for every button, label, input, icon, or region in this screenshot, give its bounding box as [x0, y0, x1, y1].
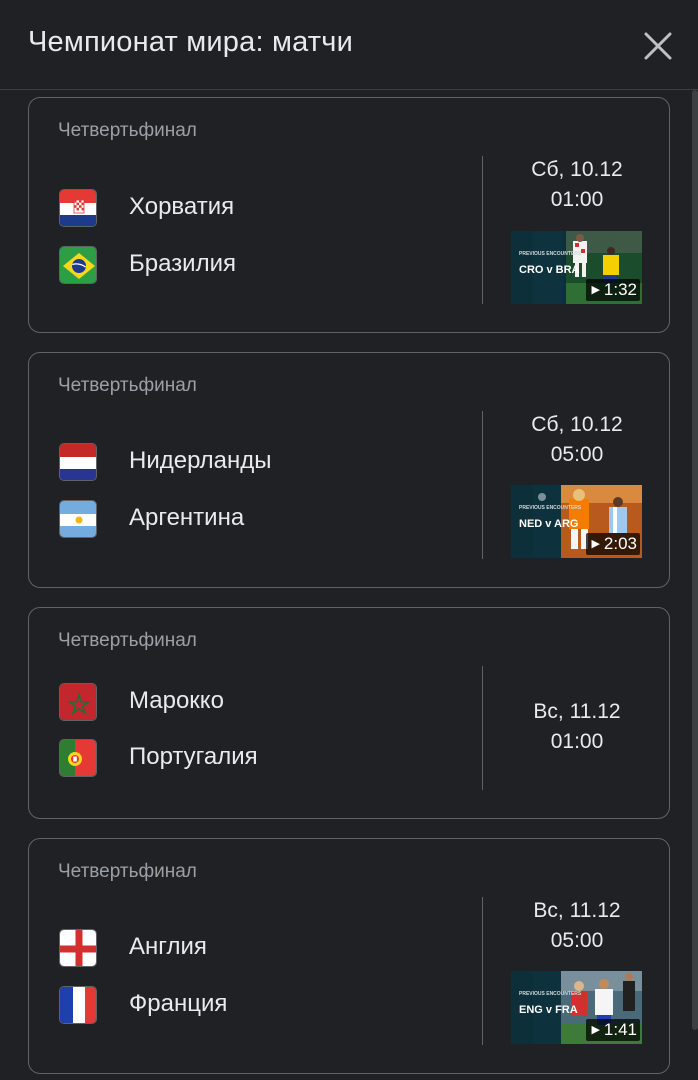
match-stage: Четвертьфинал [58, 861, 197, 882]
video-duration-badge: ▶ 2:03 [586, 533, 640, 555]
video-teams: NED v ARG [519, 518, 579, 530]
match-card[interactable]: Четвертьфинал Марокко Португалия Вс, 11.… [28, 607, 670, 819]
match-card[interactable]: Четвертьфинал Англия Франция Вс, 11.12 0… [28, 838, 670, 1074]
close-icon[interactable] [638, 26, 678, 66]
netherlands-flag-icon [59, 443, 97, 481]
play-icon: ▶ [591, 284, 600, 296]
match-datetime: Сб, 10.12 05:00 [483, 410, 671, 470]
team-row: Бразилия [59, 246, 459, 284]
team-row: Нидерланды [59, 443, 459, 481]
croatia-flag-icon [59, 189, 97, 227]
video-duration: 1:32 [603, 280, 637, 299]
team-name: Бразилия [129, 250, 236, 277]
match-stage: Четвертьфинал [58, 630, 197, 651]
match-day: Вс, 11.12 [533, 700, 621, 723]
match-day: Сб, 10.12 [531, 158, 623, 181]
team-name: Португалия [129, 743, 258, 770]
match-card[interactable]: Четвертьфинал Нидерланды Аргентина Сб, 1… [28, 352, 670, 588]
close-button[interactable] [638, 26, 678, 66]
video-tag: PREVIOUS ENCOUNTERS [519, 505, 582, 511]
england-flag-icon [59, 929, 97, 967]
match-stage: Четвертьфинал [58, 375, 197, 396]
play-icon: ▶ [591, 538, 600, 550]
play-icon: ▶ [591, 1024, 600, 1036]
team-row: Марокко [59, 683, 459, 721]
morocco-flag-icon [59, 683, 97, 721]
team-name: Англия [129, 933, 207, 960]
argentina-flag-icon [59, 500, 97, 538]
match-stage: Четвертьфинал [58, 120, 197, 141]
scrollbar-thumb[interactable] [692, 90, 698, 1030]
video-teams: CRO v BRA [519, 264, 580, 276]
team-name: Марокко [129, 687, 224, 714]
video-duration: 2:03 [603, 534, 637, 553]
dialog-title: Чемпионат мира: матчи [28, 26, 353, 58]
team-name: Нидерланды [129, 447, 272, 474]
dialog-header: Чемпионат мира: матчи [0, 0, 698, 90]
brazil-flag-icon [59, 246, 97, 284]
team-name: Франция [129, 990, 228, 1017]
video-duration-badge: ▶ 1:32 [586, 279, 640, 301]
team-row: Португалия [59, 739, 459, 777]
match-time: 01:00 [550, 188, 604, 211]
team-name: Хорватия [129, 193, 235, 220]
team-row: Англия [59, 929, 459, 967]
match-day: Вс, 11.12 [533, 899, 621, 922]
team-row: Хорватия [59, 189, 459, 227]
video-tag: PREVIOUS ENCOUNTERS [519, 251, 582, 257]
match-time: 05:00 [550, 929, 604, 952]
team-row: Аргентина [59, 500, 459, 538]
match-day: Сб, 10.12 [531, 413, 623, 436]
match-time: 05:00 [550, 443, 604, 466]
video-thumbnail[interactable]: PREVIOUS ENCOUNTERS ENG v FRA ▶ 1:41 [511, 971, 642, 1044]
match-card[interactable]: Четвертьфинал Хорватия Бразилия Сб, 10.1… [28, 97, 670, 333]
video-thumbnail[interactable]: PREVIOUS ENCOUNTERS CRO v BRA ▶ 1:32 [511, 231, 642, 304]
france-flag-icon [59, 986, 97, 1024]
portugal-flag-icon [59, 739, 97, 777]
match-datetime: Вс, 11.12 05:00 [483, 896, 671, 956]
match-time: 01:00 [550, 730, 604, 753]
match-datetime: Вс, 11.12 01:00 [483, 697, 671, 757]
video-duration-badge: ▶ 1:41 [586, 1019, 640, 1041]
video-thumbnail[interactable]: PREVIOUS ENCOUNTERS NED v ARG ▶ 2:03 [511, 485, 642, 558]
team-row: Франция [59, 986, 459, 1024]
video-teams: ENG v FRA [519, 1004, 578, 1016]
video-duration: 1:41 [603, 1020, 637, 1039]
team-name: Аргентина [129, 504, 245, 531]
video-tag: PREVIOUS ENCOUNTERS [519, 991, 582, 997]
match-datetime: Сб, 10.12 01:00 [483, 155, 671, 215]
